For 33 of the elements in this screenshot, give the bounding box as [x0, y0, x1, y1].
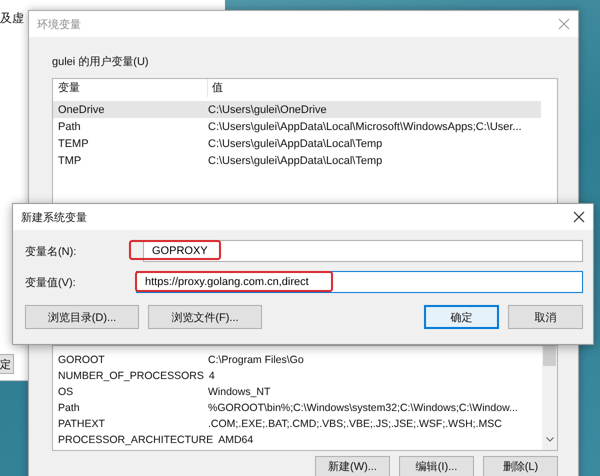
list-row[interactable]: TEMP C:\Users\gulei\AppData\Local\Temp	[53, 135, 541, 152]
dialog-button[interactable]: 确定	[424, 305, 499, 329]
input-field[interactable]: https://proxy.golang.com.cn,direct	[136, 271, 583, 293]
field-label: 变量值(V):	[25, 276, 77, 290]
browse-button[interactable]: 浏览文件(F)...	[148, 305, 262, 329]
field-label: 变量名(N):	[25, 244, 78, 258]
window-title: 环境变量	[37, 18, 81, 32]
list-row[interactable]: OneDrive C:\Users\gulei\OneDrive	[53, 101, 541, 118]
dialog-button[interactable]: 新建(W)...	[315, 456, 390, 476]
dialog-button[interactable]: 编辑(I)...	[399, 456, 474, 476]
column-header[interactable]: 变量	[53, 79, 207, 97]
browse-button[interactable]: 浏览目录(D)...	[25, 305, 139, 329]
group-label: gulei 的用户变量(U)	[52, 55, 150, 69]
list-row[interactable]: GOROOT C:\Program Files\Go	[53, 352, 542, 368]
column-header[interactable]: 值	[207, 79, 223, 97]
input-field[interactable]: GOPROXY	[143, 240, 583, 262]
list-row[interactable]: NUMBER_OF_PROCESSORS 4	[53, 368, 542, 384]
list-row[interactable]: OS Windows_NT	[53, 384, 542, 400]
window-text: 及虚	[0, 10, 24, 27]
close-icon	[558, 18, 570, 30]
chevron-down-icon[interactable]	[546, 437, 554, 442]
list-row[interactable]: Path %GOROOT\bin%;C:\Windows\system32;C:\Windows;C:\Window...	[53, 400, 542, 416]
list-row[interactable]: PATHEXT .COM;.EXE;.BAT;.CMD;.VBS;.VBE;.JS;.JSE;.WSF;.WSH;.MSC	[53, 416, 542, 432]
window-title: 新建系统变量	[21, 210, 87, 224]
scrollbar[interactable]	[542, 346, 557, 450]
list-row[interactable]: PROCESSOR_ARCHITECTURE AMD64	[53, 432, 542, 448]
close-icon	[573, 211, 585, 223]
list-row[interactable]: TMP C:\Users\gulei\AppData\Local\Temp	[53, 152, 541, 169]
scroll-thumb[interactable]	[543, 346, 556, 366]
list-row[interactable]: Path C:\Users\gulei\AppData\Local\Microsoft\WindowsApps;C:\User...	[53, 118, 541, 135]
ok-button[interactable]: 定	[0, 354, 14, 374]
dialog-button[interactable]: 取消	[508, 305, 583, 329]
dialog-button[interactable]: 删除(L)	[483, 456, 558, 476]
